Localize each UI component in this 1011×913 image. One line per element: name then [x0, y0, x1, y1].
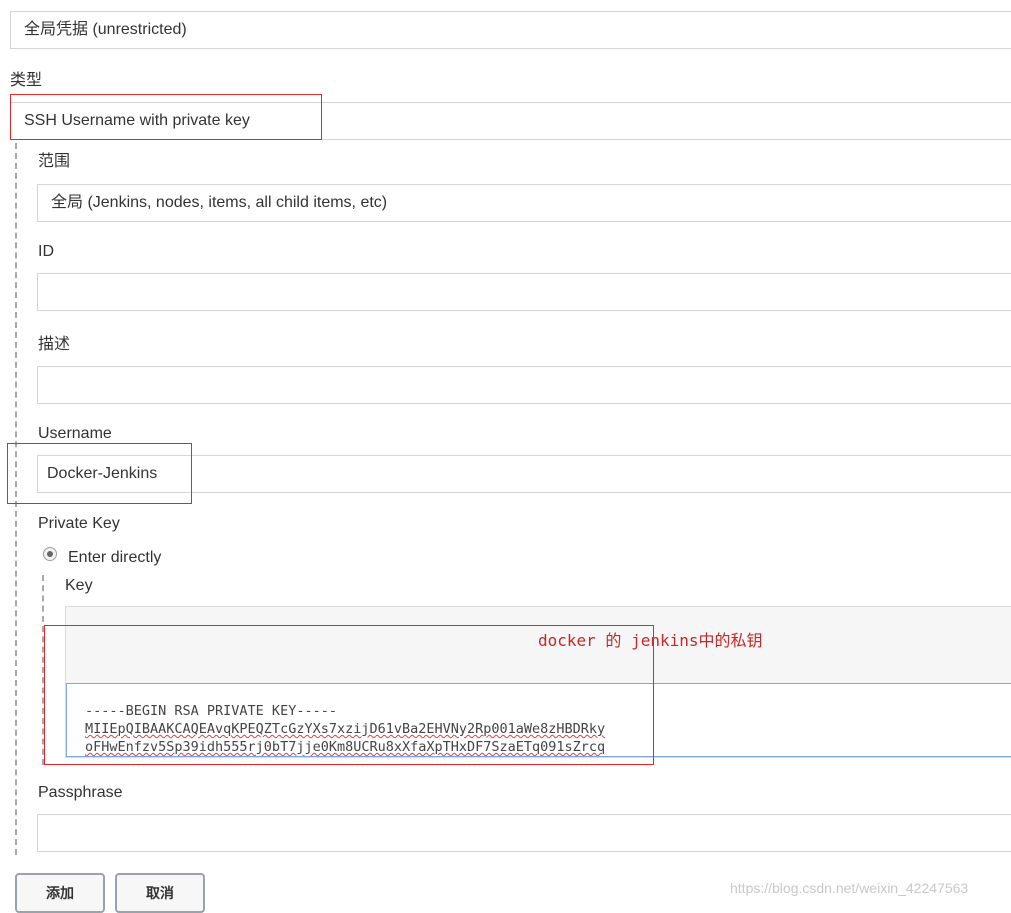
domain-select[interactable]: 全局凭据 (unrestricted) — [10, 11, 1011, 49]
passphrase-input[interactable] — [37, 814, 1011, 852]
cancel-button[interactable]: 取消 — [115, 873, 205, 913]
private-key-label: Private Key — [38, 515, 120, 532]
id-label: ID — [38, 243, 54, 260]
passphrase-label: Passphrase — [38, 784, 123, 801]
key-label: Key — [65, 577, 93, 594]
add-button[interactable]: 添加 — [15, 873, 105, 913]
key-highlight-box — [44, 625, 654, 765]
watermark-text: https://blog.csdn.net/weixin_42247563 — [730, 880, 969, 896]
enter-directly-radio[interactable] — [43, 547, 57, 561]
username-highlight-box — [7, 443, 192, 504]
description-input[interactable] — [37, 366, 1011, 404]
description-label: 描述 — [38, 336, 71, 353]
scope-label: 范围 — [38, 153, 71, 170]
id-input[interactable] — [37, 273, 1011, 311]
kind-label: 类型 — [10, 72, 43, 89]
username-label: Username — [38, 425, 112, 442]
enter-directly-label[interactable]: Enter directly — [68, 548, 161, 568]
kind-highlight-box — [10, 94, 322, 140]
scope-select[interactable]: 全局 (Jenkins, nodes, items, all child ite… — [37, 184, 1011, 222]
